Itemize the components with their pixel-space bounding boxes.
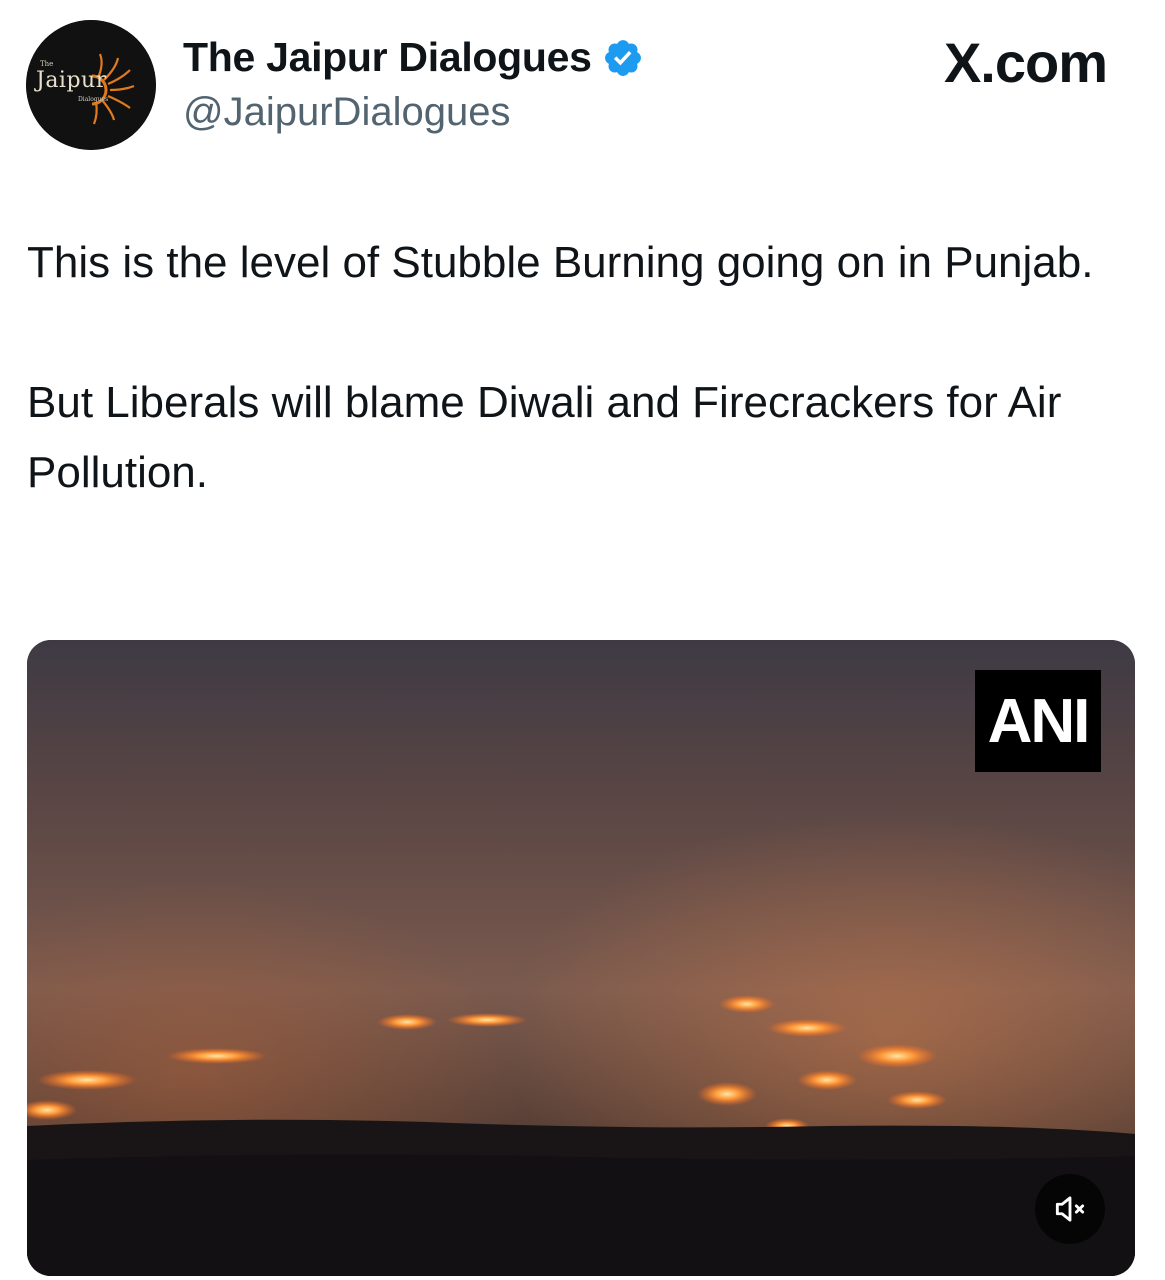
avatar-logo-bottom-text: Dialogues	[78, 96, 109, 103]
avatar-logo-main-text: Jaipur	[36, 68, 107, 93]
tweet-paragraph: This is the level of Stubble Burning goi…	[27, 238, 1094, 287]
ani-watermark: ANI	[975, 670, 1101, 772]
tweet-text: This is the level of Stubble Burning goi…	[27, 228, 1127, 508]
mute-button[interactable]	[1035, 1174, 1105, 1244]
avatar[interactable]: The Jaipur Dialogues	[26, 20, 156, 150]
speaker-muted-icon	[1055, 1196, 1085, 1222]
verified-badge-icon[interactable]	[602, 37, 644, 79]
author-handle[interactable]: @JaipurDialogues	[183, 90, 510, 135]
video-player[interactable]: ANI	[27, 640, 1135, 1276]
ani-watermark-text: ANI	[987, 686, 1091, 756]
display-name[interactable]: The Jaipur Dialogues	[183, 34, 592, 81]
author-name-row: The Jaipur Dialogues	[183, 34, 644, 81]
brand-label: X.com	[943, 31, 1108, 94]
avatar-logo-top-text: The	[40, 60, 54, 68]
tweet-paragraph: But Liberals will blame Diwali and Firec…	[27, 378, 1062, 497]
video-frame-image	[27, 640, 1135, 1276]
